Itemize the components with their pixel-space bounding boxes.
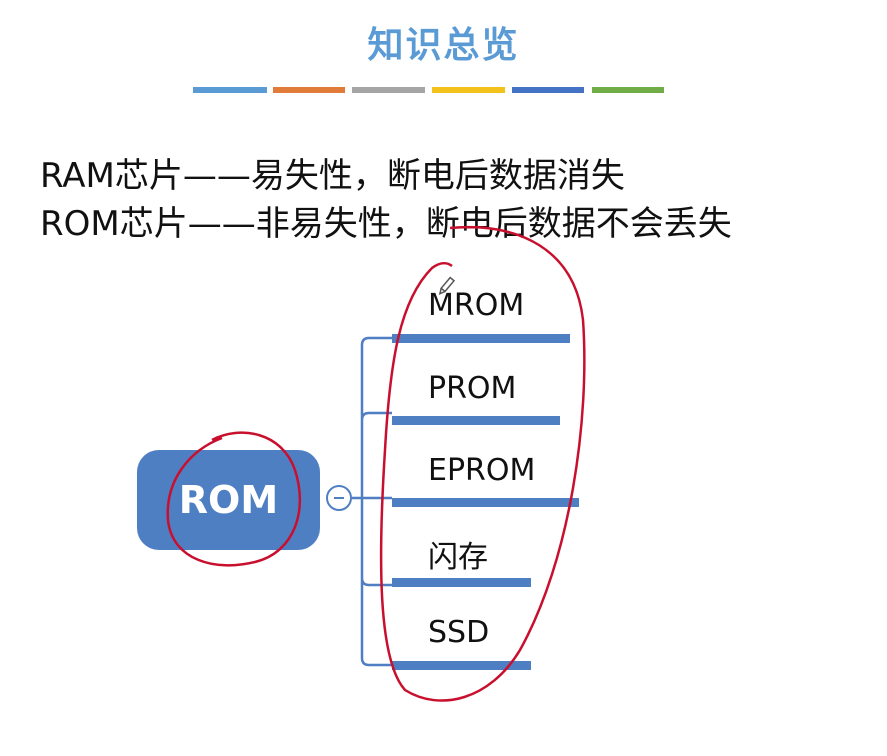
pencil-icon <box>438 276 456 295</box>
red-annotation-layer <box>166 226 586 702</box>
red-loop-around-branches <box>379 226 586 702</box>
red-circle-around-rom <box>166 431 302 567</box>
